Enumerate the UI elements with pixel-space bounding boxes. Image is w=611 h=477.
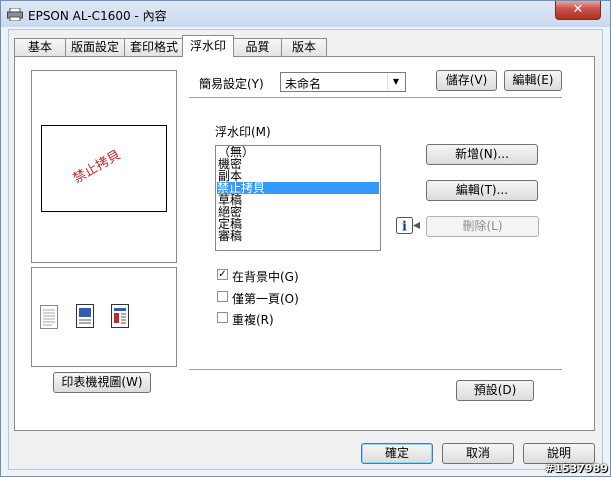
top-divider (189, 97, 562, 99)
close-button[interactable]: ✕ (555, 1, 601, 20)
help-button[interactable]: 說明 (523, 443, 595, 464)
printer-preview (31, 267, 177, 367)
edit-watermark-button[interactable]: 編輯(T)... (426, 180, 538, 201)
list-item[interactable]: 審稿 (218, 230, 242, 242)
title-bar[interactable]: EPSON AL-C1600 - 內容 ✕ (1, 1, 610, 27)
bottom-divider (189, 369, 562, 371)
watermark-label: 浮水印(M) (215, 125, 271, 139)
save-button[interactable]: 儲存(V) (436, 70, 497, 91)
window-title: EPSON AL-C1600 - 內容 (28, 9, 167, 23)
chevron-down-icon[interactable]: ▼ (387, 74, 404, 90)
word-document-icon (76, 304, 94, 328)
tab-quality[interactable]: 品質 (233, 38, 282, 56)
background-label: 在背景中(G) (232, 270, 299, 284)
printer-icon (7, 8, 23, 21)
default-button[interactable]: 預設(D) (456, 380, 534, 401)
tab-basic[interactable]: 基本 (14, 38, 66, 56)
easy-settings-select[interactable]: 未命名 ▼ (280, 72, 406, 92)
delete-watermark-button[interactable]: 刪除(L) (426, 216, 539, 237)
repeat-label: 重複(R) (232, 313, 274, 327)
svg-text:i: i (402, 220, 407, 235)
watermark-list[interactable]: （無） 機密 副本 禁止拷貝 草稿 絕密 定稿 審稿 (215, 145, 381, 251)
edit-settings-button[interactable]: 編輯(E) (504, 70, 562, 91)
easy-settings-value: 未命名 (285, 77, 322, 91)
new-watermark-button[interactable]: 新增(N)... (426, 144, 538, 165)
first-page-label: 僅第一頁(O) (232, 292, 299, 306)
cancel-button[interactable]: 取消 (442, 443, 514, 464)
image-stamp: #1537989 (545, 462, 608, 475)
preview-paper: 禁止拷貝 (41, 125, 167, 212)
info-icon: i (396, 217, 420, 235)
tab-version[interactable]: 版本 (281, 38, 327, 56)
first-page-checkbox[interactable] (217, 291, 228, 302)
printer-view-button[interactable]: 印表機視圖(W) (53, 372, 151, 393)
tab-watermark[interactable]: 浮水印 (182, 35, 234, 57)
preview-watermark: 禁止拷貝 (70, 147, 124, 187)
tab-overlay[interactable]: 套印格式 (124, 38, 184, 56)
ok-button[interactable]: 確定 (361, 443, 433, 464)
report-document-icon (111, 304, 129, 328)
easy-settings-label: 簡易設定(Y) (199, 77, 264, 91)
repeat-checkbox[interactable] (217, 312, 228, 323)
background-checkbox[interactable]: ✓ (217, 269, 228, 280)
text-document-icon (40, 305, 58, 329)
tab-layout[interactable]: 版面設定 (65, 38, 125, 56)
